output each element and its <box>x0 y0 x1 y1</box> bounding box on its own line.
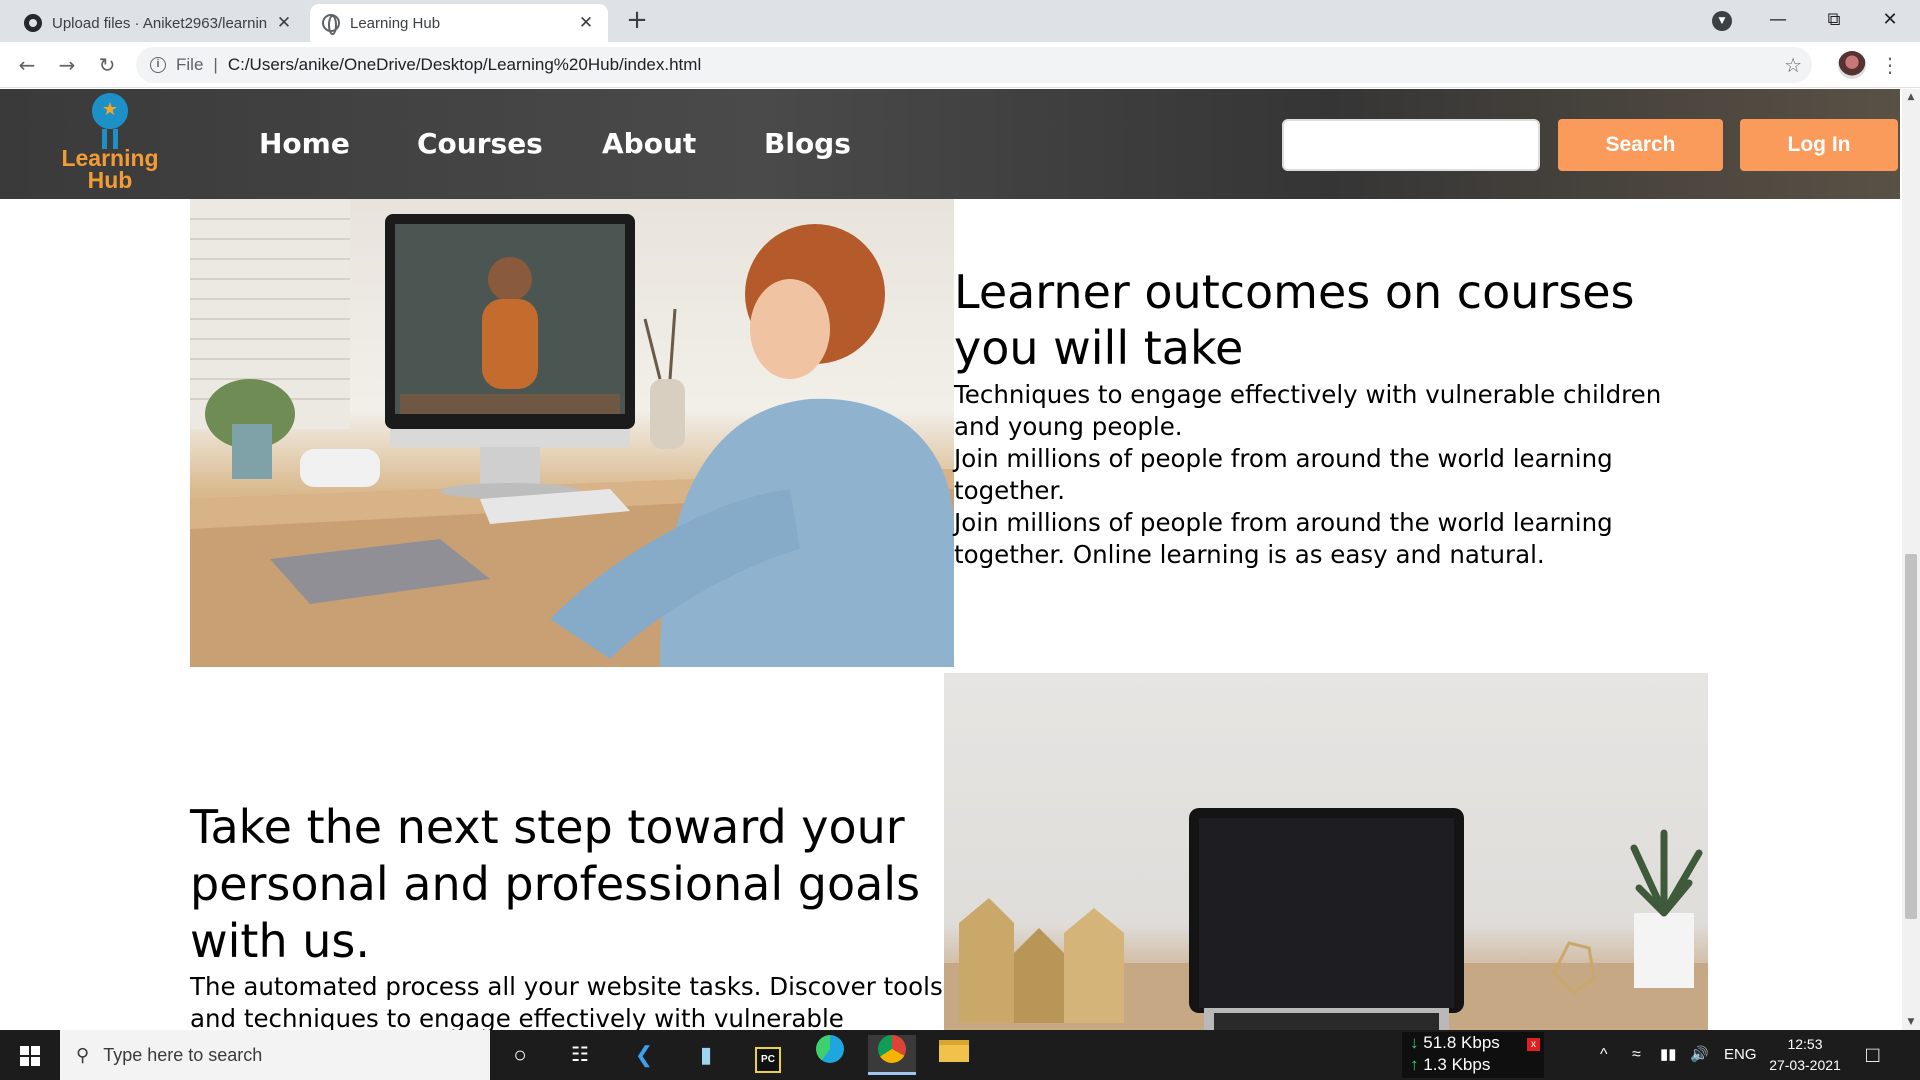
browser-tab-bar: Upload files · Aniket2963/learnin ✕ Lear… <box>0 0 1920 42</box>
back-icon[interactable]: ← <box>12 50 42 80</box>
new-tab-button[interactable]: + <box>622 6 652 36</box>
meter-close-icon[interactable]: x <box>1527 1038 1540 1051</box>
site-navbar: Learning Hub Home Courses About Blogs Se… <box>0 89 1900 199</box>
section-2-heading: Take the next step toward your personal … <box>190 800 921 968</box>
task-view-icon[interactable]: ☷ <box>556 1035 604 1075</box>
clock-time: 12:53 <box>1787 1036 1823 1052</box>
file-explorer-icon[interactable] <box>930 1035 978 1075</box>
scrollbar-thumb[interactable] <box>1905 554 1917 919</box>
page-viewport: Learning Hub Home Courses About Blogs Se… <box>0 89 1920 1030</box>
github-icon <box>24 14 42 32</box>
section-1-heading: Learner outcomes on courses you will tak… <box>954 265 1635 375</box>
forward-icon[interactable]: → <box>52 50 82 80</box>
pycharm-icon[interactable]: PC <box>744 1035 792 1075</box>
globe-icon <box>322 14 340 35</box>
tab-title: Learning Hub <box>350 14 441 32</box>
address-bar[interactable]: i File | C:/Users/anike/OneDrive/Desktop… <box>136 47 1812 83</box>
upload-speed: ↑ 1.3 Kbps <box>1410 1055 1491 1074</box>
search-button[interactable]: Search <box>1558 119 1723 171</box>
tab-learning-hub[interactable]: Learning Hub ✕ <box>310 4 608 42</box>
section-1-line: Join millions of people from around the … <box>954 508 1613 569</box>
clock-date: 27-03-2021 <box>1769 1057 1841 1073</box>
close-icon[interactable]: ✕ <box>576 13 596 33</box>
section-1-body: Techniques to engage effectively with vu… <box>954 379 1699 571</box>
logo-line-1: Learning <box>61 145 159 171</box>
search-input[interactable] <box>1282 119 1540 171</box>
chrome-icon[interactable] <box>868 1035 916 1075</box>
medal-icon <box>92 93 128 129</box>
search-icon: ⚲ <box>76 1044 90 1065</box>
cortana-icon[interactable]: ○ <box>496 1035 544 1075</box>
restore-icon[interactable]: ⧉ <box>1810 4 1858 36</box>
reload-icon[interactable]: ↻ <box>92 50 122 80</box>
battery-icon[interactable]: ▮▮ <box>1660 1030 1677 1080</box>
taskbar-clock[interactable]: 12:53 27-03-2021 <box>1760 1034 1850 1076</box>
site-logo[interactable]: Learning Hub <box>55 93 165 197</box>
windows-taskbar: ⚲ Type here to search ○ ☷ ❮ ▮ PC ↓ 51.8 … <box>0 1030 1920 1080</box>
volume-icon[interactable]: 🔊 <box>1690 1030 1709 1080</box>
nav-blogs[interactable]: Blogs <box>764 127 851 160</box>
page-scrollbar[interactable]: ▲ ▼ <box>1902 89 1920 1030</box>
tab-search-icon[interactable]: ▼ <box>1712 11 1732 31</box>
child-video-call-photo <box>190 199 954 667</box>
scroll-up-icon[interactable]: ▲ <box>1902 89 1920 105</box>
taskbar-search-placeholder: Type here to search <box>103 1044 263 1065</box>
close-icon[interactable]: ✕ <box>274 13 294 33</box>
notepad-icon[interactable]: ▮ <box>682 1035 730 1075</box>
scheme-label: File <box>176 55 204 74</box>
info-icon[interactable]: i <box>150 57 166 73</box>
network-speed-meter: ↓ 51.8 Kbps ↑ 1.3 Kbps x <box>1402 1032 1544 1078</box>
address-url[interactable]: C:/Users/anike/OneDrive/Desktop/Learning… <box>228 55 701 75</box>
wifi-icon[interactable]: ≈ <box>1632 1030 1641 1080</box>
tray-chevron-icon[interactable]: ^ <box>1600 1030 1608 1080</box>
laptop-desk-photo <box>944 673 1708 1030</box>
logo-text: Learning Hub <box>55 145 165 193</box>
menu-kebab-icon[interactable]: ⋮ <box>1880 50 1900 80</box>
taskbar-search-box[interactable]: ⚲ Type here to search <box>60 1030 490 1080</box>
profile-avatar[interactable] <box>1838 51 1866 79</box>
windows-start-icon[interactable] <box>0 1030 60 1080</box>
download-speed: ↓ 51.8 Kbps <box>1410 1033 1500 1052</box>
browser-toolbar: ← → ↻ i File | C:/Users/anike/OneDrive/D… <box>0 42 1920 88</box>
notifications-icon[interactable]: □ <box>1866 1030 1879 1080</box>
minimize-icon[interactable]: — <box>1754 4 1802 36</box>
login-button[interactable]: Log In <box>1740 119 1898 171</box>
window-close-icon[interactable]: ✕ <box>1866 4 1914 36</box>
section-2-body: The automated process all your website t… <box>190 972 943 1030</box>
language-indicator[interactable]: ENG <box>1724 1030 1757 1080</box>
edge-icon[interactable] <box>806 1035 854 1075</box>
tab-upload-files[interactable]: Upload files · Aniket2963/learnin ✕ <box>12 4 306 42</box>
logo-line-2: Hub <box>87 167 133 193</box>
bookmark-star-icon[interactable]: ☆ <box>1784 53 1802 78</box>
address-separator: | <box>213 55 218 74</box>
tab-title: Upload files · Aniket2963/learnin <box>52 14 268 32</box>
nav-courses[interactable]: Courses <box>417 127 543 160</box>
section-1-line: Join millions of people from around the … <box>954 444 1613 505</box>
scroll-down-icon[interactable]: ▼ <box>1902 1014 1920 1030</box>
vscode-icon[interactable]: ❮ <box>620 1035 668 1075</box>
nav-home[interactable]: Home <box>259 127 350 160</box>
nav-about[interactable]: About <box>602 127 696 160</box>
section-1-line: Techniques to engage effectively with vu… <box>954 380 1662 441</box>
